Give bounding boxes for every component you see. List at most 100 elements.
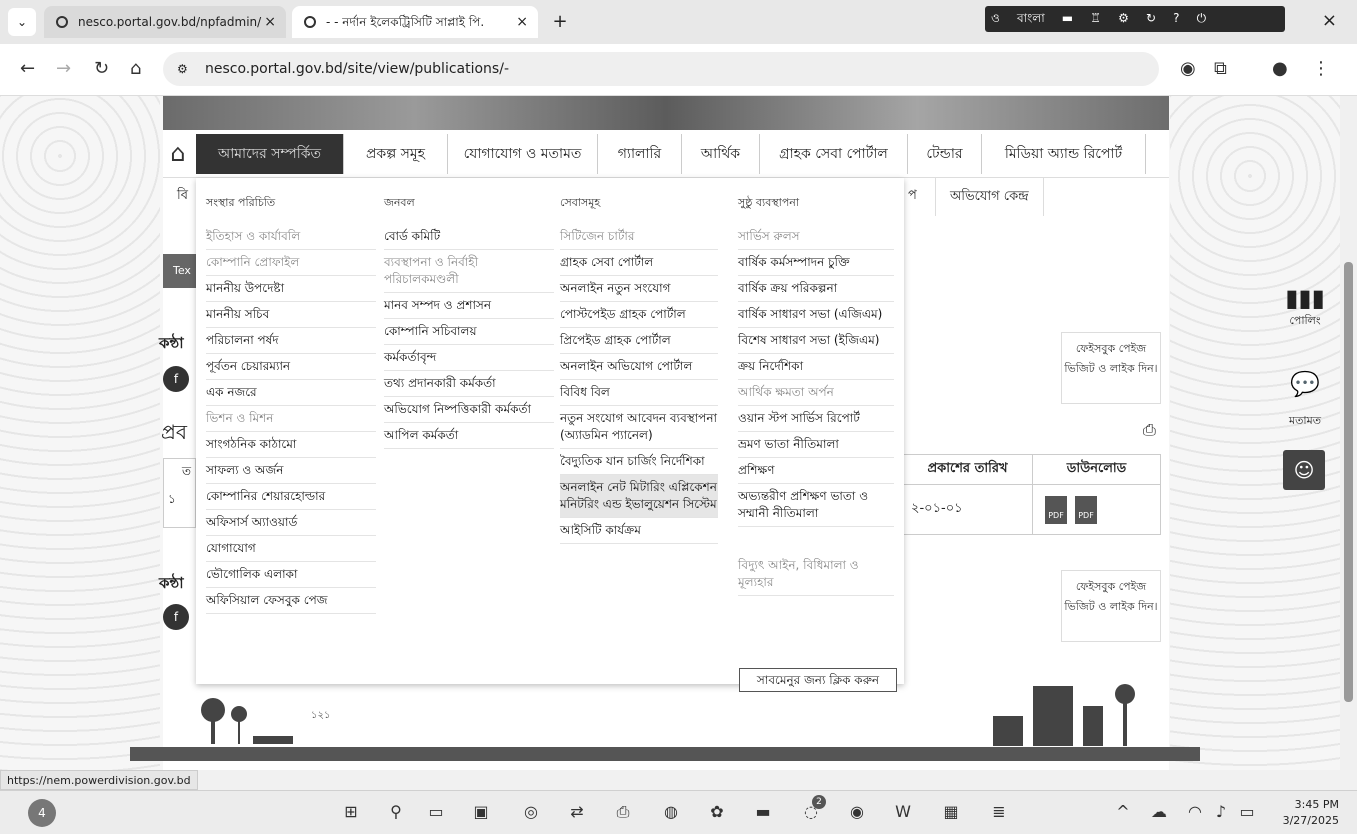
- close-tab-icon[interactable]: ×: [516, 6, 528, 38]
- puzzle-icon[interactable]: ⧉: [1214, 58, 1227, 79]
- mega-menu-item[interactable]: এক নজরে: [206, 380, 376, 406]
- mega-menu-item[interactable]: যোগাযোগ: [206, 536, 376, 562]
- mega-menu-item[interactable]: [738, 527, 894, 553]
- minimize-icon[interactable]: ▬: [1062, 11, 1073, 25]
- accessibility-icon[interactable]: ☺: [1283, 450, 1325, 490]
- task-view-icon[interactable]: ▭: [425, 801, 447, 823]
- battery-icon[interactable]: ▭: [1236, 801, 1258, 823]
- menu-gallery[interactable]: গ্যালারি: [598, 134, 682, 174]
- print-icon[interactable]: ⎙: [1143, 420, 1156, 440]
- forward-icon[interactable]: →: [56, 58, 71, 79]
- mega-menu-item[interactable]: পূর্বতন চেয়ারম্যান: [206, 354, 376, 380]
- facebook-icon[interactable]: f: [163, 604, 189, 630]
- app-icon[interactable]: ⇄: [566, 801, 588, 823]
- mega-menu-item[interactable]: বৈদ্যুতিক যান চার্জিং নির্দেশিকা: [560, 449, 718, 475]
- mega-menu-item[interactable]: তথ্য প্রদানকারী কর্মকর্তা: [384, 371, 554, 397]
- poll-widget[interactable]: ▮▮▮ পোলিং: [1280, 284, 1330, 331]
- home-icon[interactable]: ⌂: [130, 58, 141, 79]
- menu-kebab-icon[interactable]: ⋮: [1312, 58, 1330, 79]
- weather-widget[interactable]: 4: [28, 799, 56, 827]
- mega-menu-item[interactable]: বার্ষিক ক্রয় পরিকল্পনা: [738, 276, 894, 302]
- help-icon[interactable]: ?: [1173, 11, 1179, 25]
- mega-menu-item[interactable]: ক্রয় নির্দেশিকা: [738, 354, 894, 380]
- mega-menu-item[interactable]: গ্রাহক সেবা পোর্টাল: [560, 250, 718, 276]
- mega-menu-item[interactable]: বার্ষিক সাধারণ সভা (এজিএম): [738, 302, 894, 328]
- tray-chevron-icon[interactable]: ^: [1112, 801, 1134, 823]
- chrome-app-icon[interactable]: ◎: [520, 801, 542, 823]
- mega-menu-item[interactable]: বিশেষ সাধারণ সভা (ইজিএম): [738, 328, 894, 354]
- mega-menu-item[interactable]: মাননীয় উপদেষ্টা: [206, 276, 376, 302]
- mega-menu-item[interactable]: বিবিধ বিল: [560, 380, 718, 406]
- tab-admin[interactable]: nesco.portal.gov.bd/npfadmin/ ×: [44, 6, 286, 38]
- mega-menu-item[interactable]: ভৌগোলিক এলাকা: [206, 562, 376, 588]
- wifi-icon[interactable]: ◠: [1184, 801, 1206, 823]
- menu-tender[interactable]: টেন্ডার: [908, 134, 982, 174]
- mega-menu-item[interactable]: সাংগঠনিক কাঠামো: [206, 432, 376, 458]
- mega-menu-item[interactable]: পোস্টপেইড গ্রাহক পোর্টাল: [560, 302, 718, 328]
- app-icon[interactable]: ◍: [660, 801, 682, 823]
- mega-menu-item[interactable]: অনলাইন অভিযোগ পোর্টাল: [560, 354, 718, 380]
- mega-menu-item[interactable]: সিটিজেন চার্টার: [560, 224, 718, 250]
- back-icon[interactable]: ←: [20, 58, 35, 79]
- mega-menu-item[interactable]: বোর্ড কমিটি: [384, 224, 554, 250]
- mega-menu-item[interactable]: বিদ্যুৎ আইন, বিধিমালা ও মূল্যহার: [738, 553, 894, 596]
- menu-finance[interactable]: আর্থিক: [682, 134, 760, 174]
- feedback-widget[interactable]: 💬 মতামত: [1280, 370, 1330, 431]
- menu-about[interactable]: আমাদের সম্পর্কিত: [196, 134, 344, 174]
- ext-text-icon[interactable]: ও: [991, 10, 1000, 30]
- menu-contact[interactable]: যোগাযোগ ও মতামত: [448, 134, 598, 174]
- new-tab-button[interactable]: +: [546, 8, 574, 36]
- mega-menu-item[interactable]: অভ্যন্তরীণ প্রশিক্ষণ ভাতা ও সম্মানী নীতি…: [738, 484, 894, 527]
- mega-menu-item[interactable]: সাফল্য ও অর্জন: [206, 458, 376, 484]
- pin-icon[interactable]: ♖: [1090, 11, 1101, 25]
- mega-menu-item[interactable]: প্রিপেইড গ্রাহক পোর্টাল: [560, 328, 718, 354]
- word-icon[interactable]: W: [892, 801, 914, 823]
- mega-menu-item[interactable]: আর্থিক ক্ষমতা অর্পন: [738, 380, 894, 406]
- page-scrollbar[interactable]: [1340, 96, 1357, 770]
- windows-start-icon[interactable]: ⊞: [340, 801, 362, 823]
- menu-media[interactable]: মিডিয়া অ্যান্ড রিপোর্ট: [982, 134, 1146, 174]
- tab-search-icon[interactable]: ⌄: [8, 8, 36, 36]
- power-icon[interactable]: ⏻: [1197, 11, 1207, 26]
- mega-menu-item[interactable]: অনলাইন নতুন সংযোগ: [560, 276, 718, 302]
- close-window-button[interactable]: ×: [1322, 10, 1337, 31]
- mega-menu-item[interactable]: অভিযোগ নিষ্পত্তিকারী কর্মকর্তা: [384, 397, 554, 423]
- close-tab-icon[interactable]: ×: [264, 6, 276, 38]
- mega-menu-item[interactable]: সার্ভিস রুলস: [738, 224, 894, 250]
- mega-menu-item[interactable]: অফিসার্স অ্যাওয়ার্ড: [206, 510, 376, 536]
- mega-menu-item[interactable]: মানব সম্পদ ও প্রশাসন: [384, 293, 554, 319]
- scrollbar-thumb[interactable]: [1344, 262, 1353, 702]
- secondary-menu-item[interactable]: প: [908, 186, 917, 207]
- volume-icon[interactable]: ♪: [1210, 801, 1232, 823]
- refresh-icon[interactable]: ↻: [1146, 11, 1156, 25]
- home-icon[interactable]: ⌂: [163, 138, 193, 168]
- menu-customer-portal[interactable]: গ্রাহক সেবা পোর্টাল: [760, 134, 908, 174]
- browser-icon[interactable]: ◉: [846, 801, 868, 823]
- app-icon[interactable]: ✿: [706, 801, 728, 823]
- facebook-icon[interactable]: f: [163, 366, 189, 392]
- mega-menu-item[interactable]: ইতিহাস ও কার্যাবলি: [206, 224, 376, 250]
- settings-icon[interactable]: ⚙: [1118, 11, 1129, 25]
- mega-menu-item[interactable]: আইসিটি কার্যক্রম: [560, 518, 718, 544]
- tab-nesco-active[interactable]: - - নর্দান ইলেকট্রিসিটি সাপ্লাই পি. ×: [292, 6, 538, 38]
- secondary-menu-item[interactable]: বি: [177, 186, 188, 207]
- pdf-download-icon[interactable]: PDF: [1045, 495, 1067, 524]
- facebook-page-box[interactable]: ফেইসবুক পেইজ ভিজিট ও লাইক দিন।: [1061, 570, 1161, 642]
- app-icon[interactable]: ⎙: [612, 801, 634, 823]
- profile-avatar[interactable]: ●: [1272, 58, 1288, 79]
- mega-menu-item[interactable]: বার্ষিক কর্মসম্পাদন চুক্তি: [738, 250, 894, 276]
- system-clock[interactable]: 3:45 PM 3/27/2025: [1283, 797, 1339, 829]
- mega-menu-item[interactable]: পরিচালনা পর্ষদ: [206, 328, 376, 354]
- mega-menu-item[interactable]: ভিশন ও মিশন: [206, 406, 376, 432]
- cloud-icon[interactable]: ☁: [1148, 801, 1170, 823]
- mega-menu-item[interactable]: নতুন সংযোগ আবেদন ব্যবস্থাপনা (অ্যাডমিন প…: [560, 406, 718, 449]
- mega-menu-item[interactable]: মাননীয় সচিব: [206, 302, 376, 328]
- reload-icon[interactable]: ↻: [94, 58, 109, 79]
- file-explorer-icon[interactable]: ▬: [752, 801, 774, 823]
- mega-menu-item[interactable]: ওয়ান স্টপ সার্ভিস রিপোর্ট: [738, 406, 894, 432]
- mega-menu-item[interactable]: প্রশিক্ষণ: [738, 458, 894, 484]
- notepad-icon[interactable]: ≣: [988, 801, 1010, 823]
- mega-menu-item[interactable]: আপিল কর্মকর্তা: [384, 423, 554, 449]
- menu-projects[interactable]: প্রকল্প সমূহ: [344, 134, 448, 174]
- site-info-icon[interactable]: ⚙: [177, 52, 188, 86]
